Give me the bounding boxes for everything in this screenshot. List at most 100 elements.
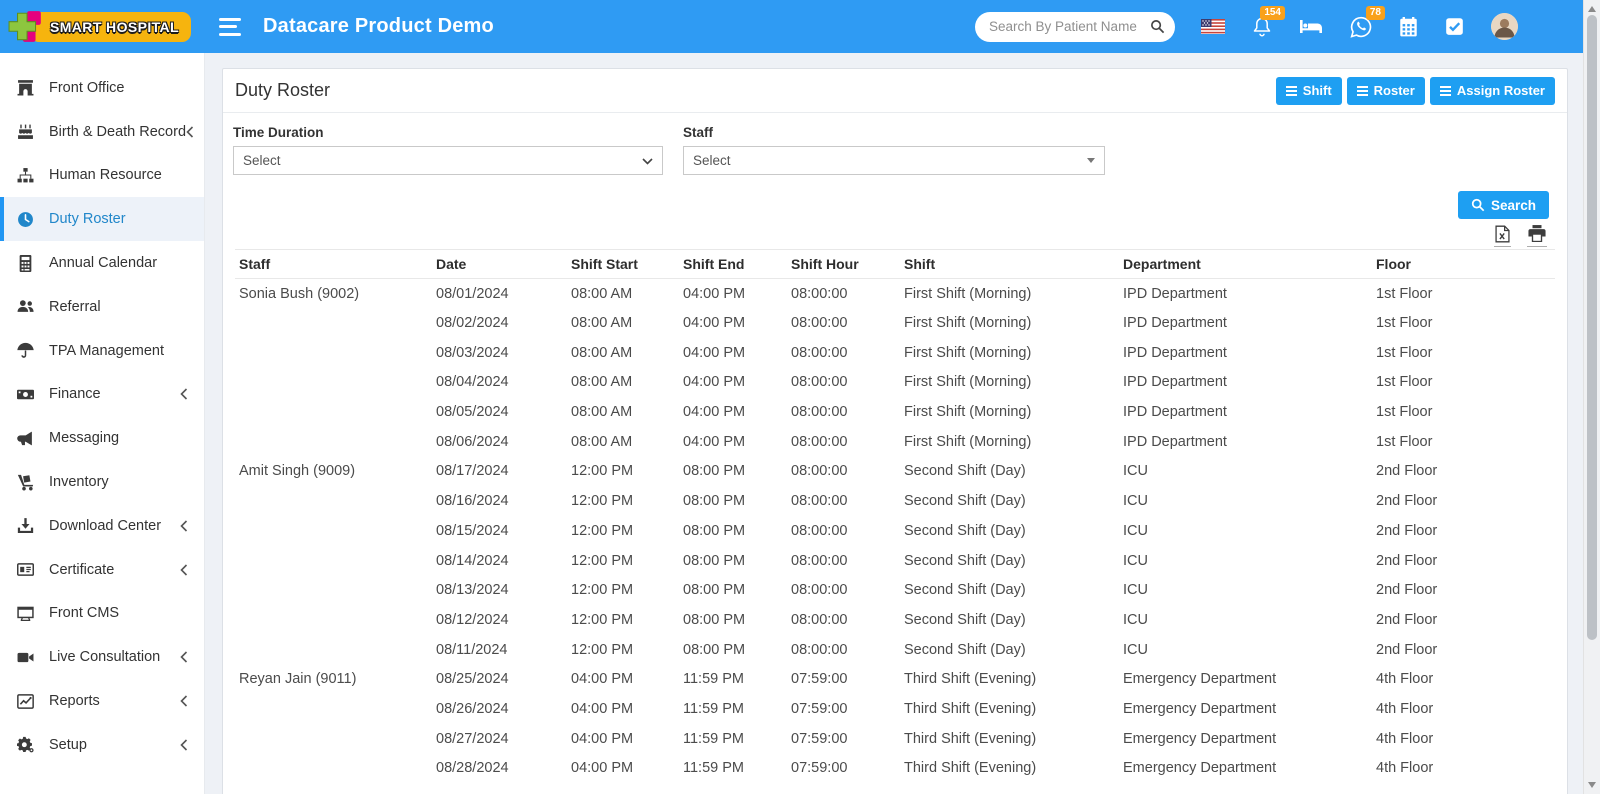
sidebar-item-referral[interactable]: Referral — [0, 285, 204, 329]
bed-icon[interactable] — [1299, 18, 1323, 35]
table-cell: 12:00 PM — [571, 493, 634, 510]
archway-icon — [17, 79, 36, 96]
table-cell: 08:00 PM — [683, 522, 746, 539]
sidebar-item-download-center[interactable]: Download Center — [0, 504, 204, 548]
sidebar-item-human-resource[interactable]: Human Resource — [0, 154, 204, 198]
table-cell: First Shift (Morning) — [904, 374, 1032, 391]
table-row: 08/06/2024 08:00 AM 04:00 PM 08:00:00 First … — [235, 427, 1555, 457]
sidebar-item-front-cms[interactable]: Front CMS — [0, 592, 204, 636]
search-icon — [1471, 198, 1485, 212]
table-row: 08/03/2024 08:00 AM 04:00 PM 08:00:00 First … — [235, 338, 1555, 368]
print-icon[interactable] — [1527, 225, 1547, 247]
table-cell: 11:59 PM — [683, 730, 744, 747]
assign-roster-button[interactable]: Assign Roster — [1429, 76, 1555, 105]
whatsapp-icon[interactable]: 78 — [1350, 5, 1385, 38]
sidebar-item-inventory[interactable]: Inventory — [0, 460, 204, 504]
chevron-left-icon — [186, 126, 194, 138]
search-icon[interactable] — [1150, 19, 1165, 34]
scroll-up-arrow[interactable] — [1588, 6, 1596, 12]
chevron-left-icon — [180, 695, 188, 707]
button-label: Roster — [1373, 83, 1415, 98]
patient-search-input[interactable] — [989, 19, 1150, 34]
table-cell: 1st Floor — [1376, 315, 1433, 332]
table-cell: 4th Floor — [1376, 760, 1434, 777]
table-cell — [235, 754, 432, 784]
table-cell: 2nd Floor — [1376, 522, 1438, 539]
duty-roster-card: Duty Roster Shift Roster Assign Roster Tim… — [222, 68, 1568, 794]
list-icon — [1439, 85, 1451, 96]
sidebar-item-setup[interactable]: Setup — [0, 723, 204, 767]
table-cell: 4th Floor — [1376, 671, 1434, 688]
calculator-icon — [17, 254, 36, 272]
table-cell — [235, 694, 432, 724]
sidebar-item-messaging[interactable]: Messaging — [0, 416, 204, 460]
list-icon — [1285, 85, 1297, 96]
roster-button[interactable]: Roster — [1346, 76, 1425, 105]
scrollbar-thumb[interactable] — [1587, 15, 1597, 640]
table-cell: Second Shift (Day) — [904, 522, 1026, 539]
table-cell: IPD Department — [1123, 404, 1227, 421]
column-header-date: Date — [432, 249, 567, 279]
header-actions: 154 78 — [975, 5, 1583, 42]
sidebar-item-annual-calendar[interactable]: Annual Calendar — [0, 241, 204, 285]
chevron-left-icon — [180, 564, 188, 576]
chevron-left-icon — [180, 739, 188, 751]
flag-icon[interactable] — [1201, 19, 1225, 34]
table-cell: First Shift (Morning) — [904, 344, 1032, 361]
sidebar-item-live-consultation[interactable]: Live Consultation — [0, 635, 204, 679]
table-cell: 08/05/2024 — [436, 404, 509, 421]
chevron-down-icon — [1087, 158, 1095, 163]
table-cell: Sonia Bush (9002) — [239, 285, 360, 302]
search-button[interactable]: Search — [1457, 191, 1549, 219]
sidebar-item-reports[interactable]: Reports — [0, 679, 204, 723]
list-icon — [1356, 85, 1368, 96]
sidebar-item-certificate[interactable]: Certificate — [0, 548, 204, 592]
app-logo[interactable]: SMART HOSPITAL — [0, 0, 205, 53]
menu-toggle-button[interactable] — [219, 17, 241, 36]
table-cell: Reyan Jain (9011) — [239, 671, 357, 688]
sidebar-item-tpa-management[interactable]: TPA Management — [0, 329, 204, 373]
table-cell: 1st Floor — [1376, 433, 1433, 450]
table-cell: 08:00 PM — [683, 582, 746, 599]
table-row: Sonia Bush (9002) 08/01/2024 08:00 AM 04:00… — [235, 279, 1555, 309]
table-cell: 12:00 PM — [571, 522, 634, 539]
main-content: Duty Roster Shift Roster Assign Roster Tim… — [205, 53, 1583, 794]
table-cell: 08:00 AM — [571, 285, 633, 302]
scroll-down-arrow[interactable] — [1588, 782, 1596, 788]
sidebar-item-front-office[interactable]: Front Office — [0, 66, 204, 110]
shift-button[interactable]: Shift — [1275, 76, 1342, 105]
table-cell: 1st Floor — [1376, 374, 1433, 391]
sidebar-item-duty-roster[interactable]: Duty Roster — [0, 197, 204, 242]
table-cell: IPD Department — [1123, 285, 1227, 302]
table-cell: Third Shift (Evening) — [904, 700, 1037, 717]
table-cell: Third Shift (Evening) — [904, 730, 1037, 747]
table-cell: ICU — [1123, 463, 1148, 480]
table-cell: Second Shift (Day) — [904, 641, 1026, 658]
table-cell: 2nd Floor — [1376, 493, 1438, 510]
sidebar-item-birth-death-record[interactable]: Birth & Death Record — [0, 110, 204, 154]
table-row: 08/16/2024 12:00 PM 08:00 PM 08:00:00 Second… — [235, 486, 1555, 516]
table-cell: Second Shift (Day) — [904, 463, 1026, 480]
table-row: 08/05/2024 08:00 AM 04:00 PM 08:00:00 First … — [235, 397, 1555, 427]
table-row: 08/04/2024 08:00 AM 04:00 PM 08:00:00 First … — [235, 368, 1555, 398]
sidebar-item-finance[interactable]: Finance — [0, 373, 204, 417]
table-cell: 08/16/2024 — [436, 493, 509, 510]
vertical-scrollbar[interactable] — [1583, 0, 1600, 794]
table-cell: Third Shift (Evening) — [904, 760, 1037, 777]
table-cell: 11:59 PM — [683, 671, 744, 688]
table-cell: 4th Floor — [1376, 730, 1434, 747]
excel-icon[interactable] — [1494, 225, 1511, 247]
table-cell: 2nd Floor — [1376, 641, 1438, 658]
export-row — [223, 219, 1567, 247]
bell-icon[interactable]: 154 — [1252, 5, 1285, 38]
table-cell — [235, 724, 432, 754]
calendar-icon[interactable] — [1399, 16, 1418, 37]
table-cell: 08:00 AM — [571, 344, 633, 361]
table-cell: 08:00 PM — [683, 463, 746, 480]
table-cell: 08/02/2024 — [436, 315, 509, 332]
sidebar-item-label: Referral — [49, 298, 101, 315]
time-duration-select[interactable]: Select — [233, 146, 663, 175]
tasks-icon[interactable] — [1445, 17, 1464, 36]
avatar[interactable] — [1491, 13, 1518, 40]
staff-select[interactable]: Select — [683, 146, 1105, 175]
